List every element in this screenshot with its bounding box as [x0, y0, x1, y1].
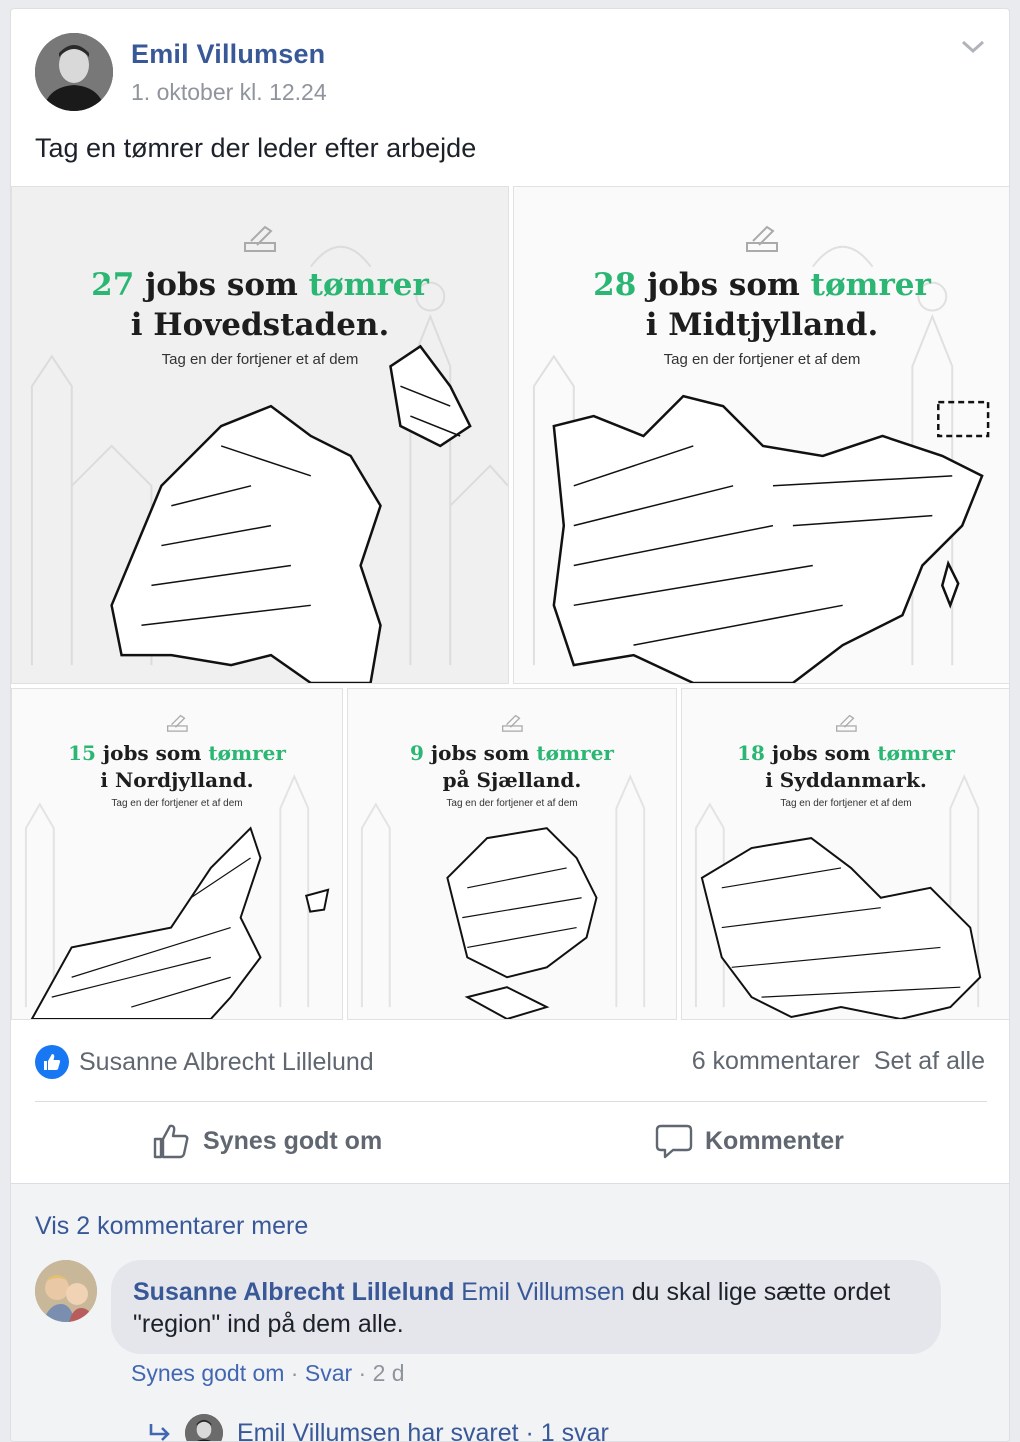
post-image-hovedstaden[interactable]: 27 jobs som tømrer i Hovedstaden. Tag en…: [11, 186, 509, 684]
post-image-nordjylland[interactable]: 15 jobs som tømrer i Nordjylland. Tag en…: [11, 688, 343, 1020]
comment-actions: Synes godt om · Svar · 2 d: [131, 1360, 405, 1387]
region-map-nordjylland: [30, 826, 330, 1019]
comment-like-link[interactable]: Synes godt om: [131, 1360, 284, 1386]
like-button[interactable]: Synes godt om: [153, 1123, 382, 1159]
post-image-sjaelland[interactable]: 9 jobs som tømrer på Sjælland. Tag en de…: [347, 688, 677, 1020]
region-map-syddanmark: [700, 837, 982, 1019]
reply-arrow-icon: [149, 1424, 170, 1441]
thumbs-up-icon: [153, 1124, 189, 1159]
post-image-midtjylland[interactable]: 28 jobs som tømrer i Midtjylland. Tag en…: [513, 186, 1009, 684]
reaction-summary[interactable]: Susanne Albrecht Lillelund: [35, 1045, 374, 1079]
post-stats: 6 kommentarer Set af alle: [678, 1047, 985, 1076]
comments-count[interactable]: 6 kommentarer: [692, 1047, 860, 1075]
seen-by[interactable]: Set af alle: [874, 1047, 985, 1075]
author-name[interactable]: Emil Villumsen: [131, 39, 325, 70]
region-map-midtjylland: [552, 394, 990, 683]
author-avatar[interactable]: [35, 33, 113, 111]
comment-button-label: Kommenter: [705, 1126, 844, 1155]
region-map-hovedstaden: [110, 344, 472, 683]
chevron-down-icon[interactable]: [959, 37, 987, 57]
like-reaction-icon: [35, 1045, 69, 1079]
comment-reply-link[interactable]: Svar: [305, 1360, 352, 1386]
comment-bubble: Susanne Albrecht Lillelund Emil Villumse…: [111, 1260, 941, 1354]
post-timestamp[interactable]: 1. oktober kl. 12.24: [131, 79, 327, 106]
comments-section: Vis 2 kommentarer mere Susanne Albrecht …: [11, 1183, 1009, 1442]
post-image-syddanmark[interactable]: 18 jobs som tømrer i Syddanmark. Tag en …: [681, 688, 1009, 1020]
region-map-sjaelland: [446, 827, 598, 1019]
comment-age[interactable]: 2 d: [373, 1360, 405, 1386]
replier-avatar: [185, 1414, 223, 1441]
comment-bubble-icon: [655, 1124, 693, 1159]
liker-name[interactable]: Susanne Albrecht Lillelund: [79, 1048, 374, 1077]
comment-author[interactable]: Susanne Albrecht Lillelund: [133, 1278, 454, 1306]
separator: ·: [284, 1360, 305, 1386]
separator: ·: [352, 1360, 373, 1386]
comment-mention[interactable]: Emil Villumsen: [461, 1278, 624, 1306]
comment-button[interactable]: Kommenter: [655, 1123, 844, 1159]
divider: [35, 1101, 987, 1102]
post-card: Emil Villumsen 1. oktober kl. 12.24 Tag …: [10, 8, 1010, 1442]
post-text: Tag en tømrer der leder efter arbejde: [35, 133, 477, 163]
like-button-label: Synes godt om: [203, 1126, 383, 1155]
commenter-avatar[interactable]: [35, 1260, 97, 1322]
view-more-comments-link[interactable]: Vis 2 kommentarer mere: [35, 1212, 308, 1241]
replies-summary: Emil Villumsen har svaret · 1 svar: [237, 1418, 609, 1442]
replies-link[interactable]: Emil Villumsen har svaret · 1 svar: [147, 1414, 609, 1442]
